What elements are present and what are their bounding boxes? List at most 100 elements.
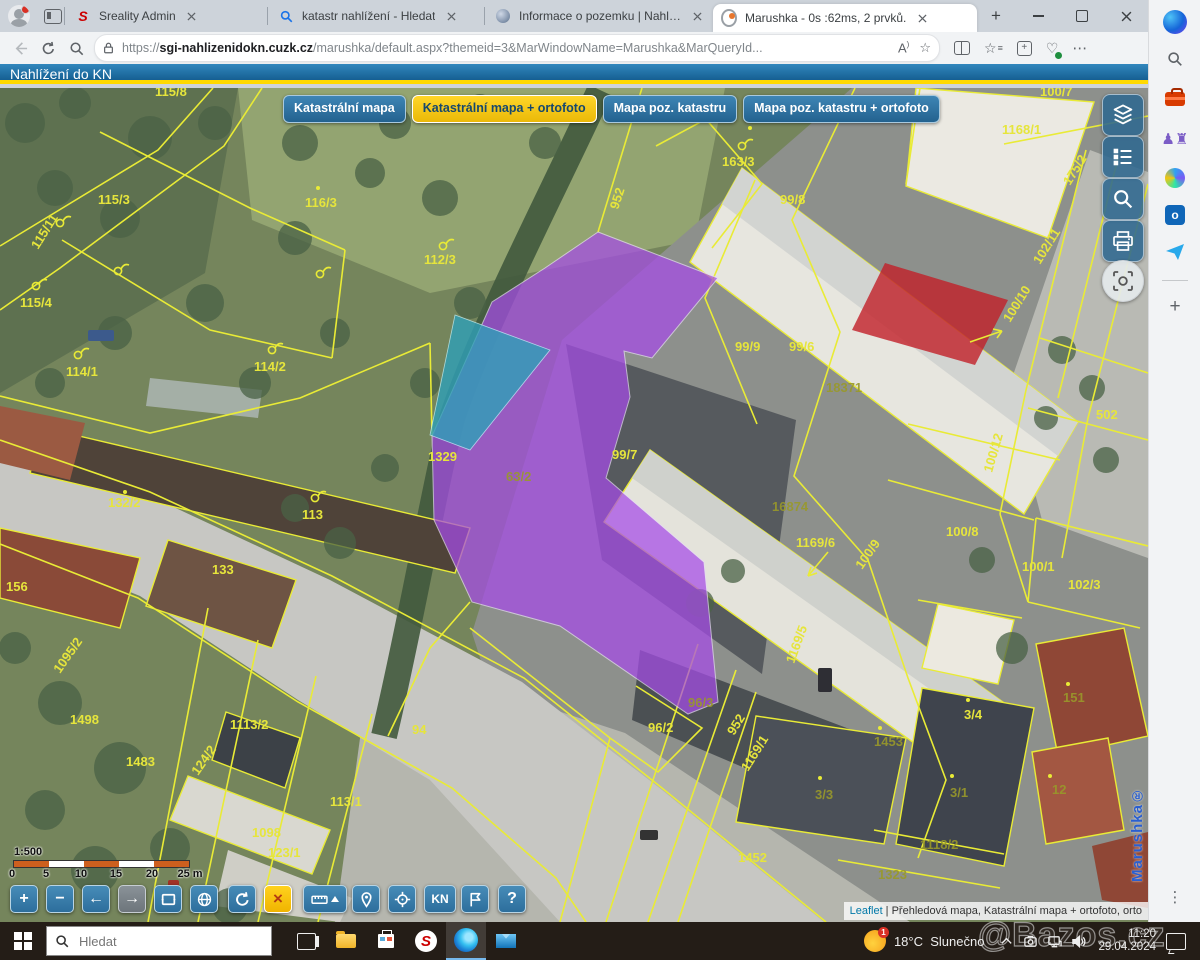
mail-app-icon[interactable] — [486, 922, 526, 960]
close-tab-icon[interactable] — [914, 10, 930, 26]
sreality-app-icon[interactable]: S — [406, 922, 446, 960]
map-tool-zoom-out[interactable]: − — [46, 885, 74, 913]
outlook-icon[interactable]: o — [1165, 205, 1185, 225]
file-explorer-icon[interactable] — [326, 922, 366, 960]
map-tool-measure[interactable] — [303, 885, 347, 913]
close-tab-icon[interactable] — [184, 8, 200, 24]
map-tool-zoom-window[interactable] — [1102, 178, 1144, 220]
parcel-label: 1329 — [428, 449, 457, 464]
map-tool-feedback-flag[interactable] — [461, 885, 489, 913]
collections-icon[interactable]: + — [1017, 41, 1032, 56]
close-tab-icon[interactable] — [443, 8, 459, 24]
tab-katastr-hledat[interactable]: katastr nahlížení - Hledat — [270, 0, 482, 32]
map-tool-pan-left[interactable]: ← — [82, 885, 110, 913]
screen-capture-icon[interactable] — [1018, 922, 1042, 960]
scale-tick: 0 — [9, 868, 15, 880]
volume-icon[interactable] — [1066, 922, 1090, 960]
action-center-icon[interactable] — [1166, 933, 1186, 950]
parcel-label: 99/7 — [612, 447, 637, 462]
clock[interactable]: 11:2029.04.2024 — [1098, 928, 1156, 954]
map-tool-gps-location[interactable] — [352, 885, 380, 913]
map-tool-legend[interactable] — [1102, 136, 1144, 178]
scale-tick: 15 — [110, 868, 122, 880]
edge-sidebar: ♟♜ o + ⋮ — [1148, 0, 1200, 922]
favorites-bar-icon[interactable]: ☆≡ — [984, 40, 1003, 57]
edge-app-icon[interactable] — [446, 922, 486, 960]
tab-sreality-admin[interactable]: S Sreality Admin — [67, 0, 265, 32]
refresh-icon[interactable] — [34, 34, 62, 62]
cadastral-map[interactable]: 115/8115/11115/3116/3112/3115/4114/1114/… — [0, 88, 1148, 922]
layer-katastralni-mapa-ortofoto[interactable]: Katastrální mapa + ortofoto — [412, 95, 597, 123]
network-icon[interactable] — [1042, 922, 1066, 960]
split-screen-icon[interactable] — [954, 41, 970, 55]
map-tool-kn-info[interactable]: KN — [424, 885, 456, 913]
map-tool-zoom-in[interactable]: + — [10, 885, 38, 913]
browser-essentials-icon[interactable]: ♡ — [1046, 40, 1059, 57]
tab-actions-icon[interactable] — [44, 9, 62, 24]
restore-button[interactable] — [1060, 0, 1104, 32]
parcel-label: 96/2 — [648, 720, 673, 735]
tab-informace-o-pozemku[interactable]: Informace o pozemku | Nahlíže — [487, 0, 713, 32]
tools-icon[interactable] — [1165, 92, 1185, 106]
profile-avatar-icon[interactable] — [8, 5, 30, 27]
map-viewport[interactable]: 115/8115/11115/3116/3112/3115/4114/1114/… — [0, 88, 1148, 922]
layer-katastralni-mapa[interactable]: Katastrální mapa — [283, 95, 406, 123]
map-tool-cancel[interactable]: × — [264, 885, 292, 913]
parcel-label: 133 — [212, 562, 234, 577]
sidebar-search-icon[interactable] — [1166, 50, 1184, 68]
map-tool-refresh[interactable] — [228, 885, 256, 913]
back-icon[interactable] — [6, 34, 34, 62]
map-tool-layers[interactable] — [1102, 94, 1144, 136]
drop-icon[interactable] — [1165, 242, 1185, 262]
parcel-label: 63/2 — [506, 469, 531, 484]
map-tool-help[interactable]: ? — [498, 885, 526, 913]
m365-copilot-icon[interactable] — [1165, 168, 1185, 188]
map-tool-print[interactable] — [1102, 220, 1144, 262]
parcel-label: 113/1 — [330, 794, 362, 809]
read-aloud-icon[interactable]: A) — [898, 40, 909, 55]
new-tab-button[interactable]: + — [983, 3, 1009, 29]
tab-title: Sreality Admin — [99, 9, 176, 23]
map-tool-center-locate[interactable] — [388, 885, 416, 913]
parcel-label: 3/3 — [815, 787, 833, 802]
parcel-label: 12 — [1052, 782, 1066, 797]
page-title: Nahlížení do KN — [0, 64, 1148, 84]
close-window-button[interactable] — [1104, 0, 1148, 32]
parcel-label: 102/3 — [1068, 577, 1101, 592]
address-bar: https://sgi-nahlizenidokn.cuzk.cz/marush… — [0, 32, 1148, 65]
task-view-icon[interactable] — [286, 922, 326, 960]
favorite-star-icon[interactable]: ☆ — [919, 40, 931, 56]
parcel-label: 100/7 — [1040, 88, 1073, 99]
close-tab-icon[interactable] — [689, 8, 705, 24]
layer-mapa-poz-katastru[interactable]: Mapa poz. katastru — [603, 95, 738, 123]
copilot-icon[interactable] — [1163, 10, 1187, 34]
url-field[interactable]: https://sgi-nahlizenidokn.cuzk.cz/marush… — [94, 34, 940, 62]
store-icon[interactable] — [366, 922, 406, 960]
tab-marushka-active[interactable]: Marushka - 0s :62ms, 2 prvků. — [713, 4, 977, 32]
more-options-icon[interactable]: ⋯ — [1072, 39, 1088, 57]
tab-title: Marushka - 0s :62ms, 2 prvků. — [745, 11, 906, 25]
parcel-label: 94 — [412, 722, 427, 737]
tray-expand-icon[interactable] — [994, 922, 1018, 960]
map-tool-select-rect[interactable] — [154, 885, 182, 913]
weather-widget[interactable]: 1 18°C Slunečno — [864, 930, 985, 952]
map-layer-switcher: Katastrální mapa Katastrální mapa + orto… — [283, 95, 940, 123]
sidebar-more-icon[interactable]: ⋮ — [1168, 888, 1183, 906]
parcel-label: 1168/1 — [1002, 122, 1041, 137]
taskbar-search[interactable] — [46, 926, 272, 956]
parcel-label: 1118/2 — [920, 837, 958, 852]
url-text: https://sgi-nahlizenidokn.cuzk.cz/marush… — [122, 41, 888, 55]
minimize-button[interactable] — [1016, 0, 1060, 32]
games-icon[interactable]: ♟♜ — [1162, 130, 1189, 148]
start-button[interactable] — [0, 922, 46, 960]
scale-ticks: 0510152025 m — [0, 868, 220, 882]
leaflet-link[interactable]: Leaflet — [850, 905, 883, 917]
customize-sidebar-icon[interactable]: + — [1169, 296, 1180, 318]
taskbar-search-input[interactable] — [77, 933, 241, 950]
map-tool-pan-right[interactable]: → — [118, 885, 146, 913]
map-tool-screenshot[interactable] — [1102, 260, 1144, 302]
search-icon[interactable] — [62, 34, 90, 62]
parcel-label: 1323 — [878, 867, 907, 882]
map-tool-overview-globe[interactable] — [190, 885, 218, 913]
layer-mapa-poz-katastru-ortofoto[interactable]: Mapa poz. katastru + ortofoto — [743, 95, 940, 123]
